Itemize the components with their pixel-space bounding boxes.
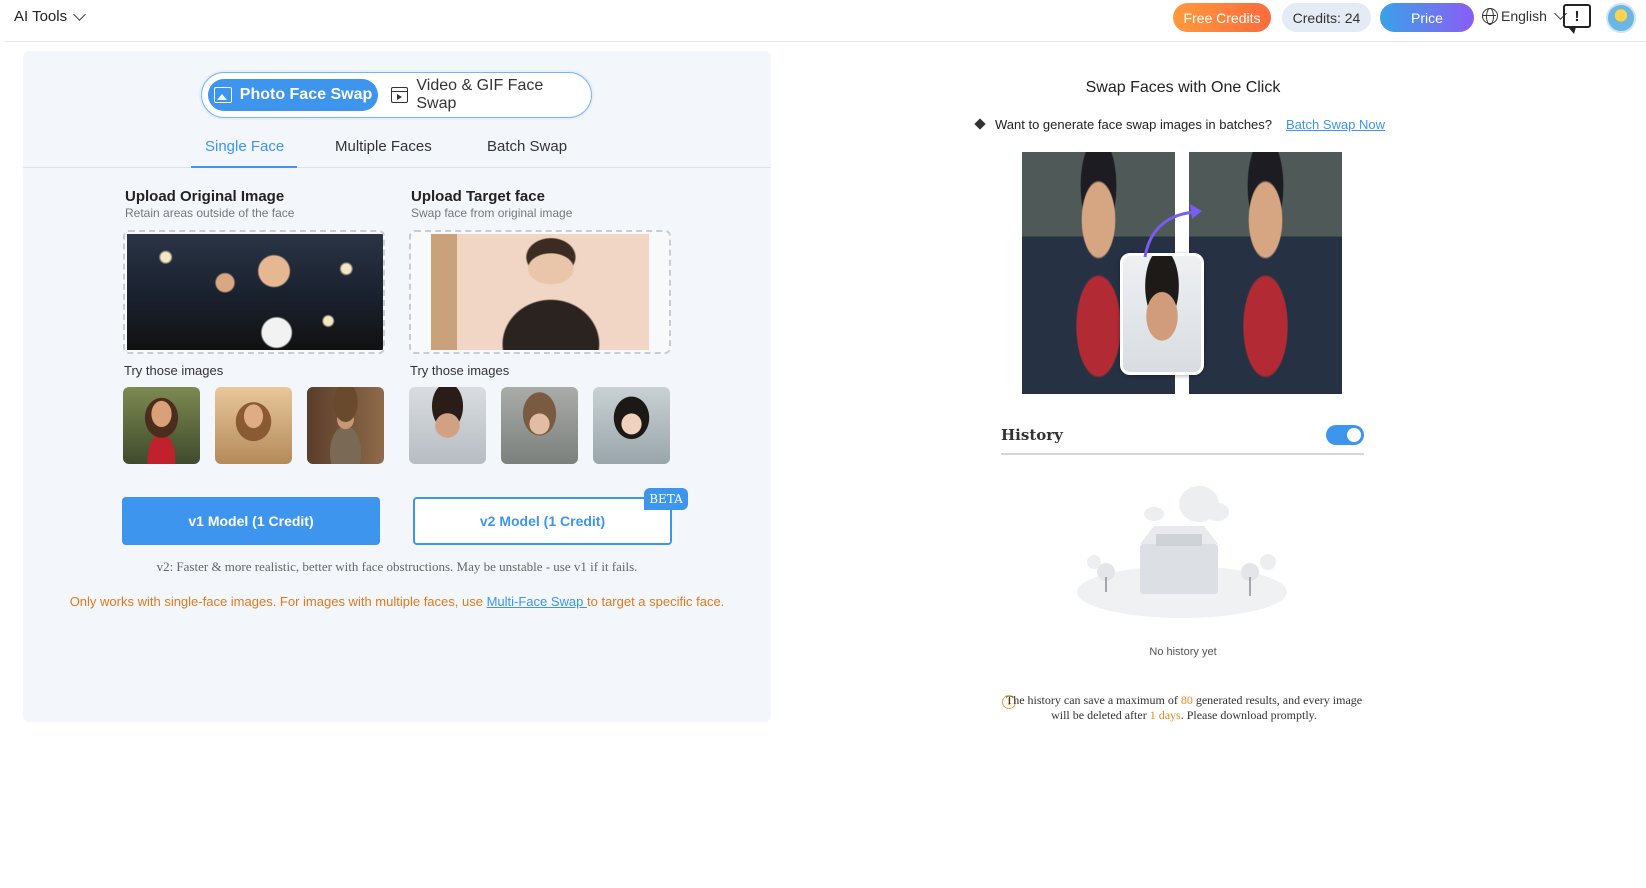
video-icon: [391, 87, 409, 103]
sample-target-thumb-3[interactable]: [593, 387, 670, 464]
multi-face-swap-link[interactable]: Multi-Face Swap: [487, 594, 587, 609]
upload-target-subtitle: Swap face from original image: [411, 206, 573, 220]
free-credits-button[interactable]: Free Credits: [1173, 3, 1271, 32]
photo-face-swap-label: Photo Face Swap: [239, 86, 373, 103]
sub-tabs: Single Face Multiple Faces Batch Swap: [23, 130, 771, 168]
upload-target-dropzone[interactable]: [409, 230, 671, 354]
tab-single-face[interactable]: Single Face: [205, 138, 284, 155]
v2-model-note: v2: Faster & more realistic, better with…: [156, 559, 638, 574]
video-gif-face-swap-label: Video & GIF Face Swap: [416, 77, 544, 112]
upload-original-dropzone[interactable]: [123, 230, 385, 354]
history-divider: [1001, 453, 1364, 455]
video-gif-face-swap-tab[interactable]: Video & GIF Face Swap: [391, 77, 581, 112]
avatar[interactable]: [1606, 3, 1636, 33]
warning-text-before: Only works with single-face images. For …: [69, 594, 487, 609]
swap-faces-title: Swap Faces with One Click: [1085, 79, 1281, 96]
ai-tools-menu[interactable]: AI Tools: [14, 7, 86, 25]
language-label: English: [1501, 8, 1547, 24]
history-toggle[interactable]: [1326, 425, 1364, 445]
ai-tools-label: AI Tools: [14, 8, 68, 25]
face-swap-demo-image: [1022, 152, 1342, 394]
sample-target-thumb-2[interactable]: [501, 387, 578, 464]
mode-switch: Photo Face Swap Video & GIF Face Swap: [201, 72, 592, 118]
no-history-text: No history yet: [1149, 646, 1217, 658]
batch-promo: Want to generate face swap images in bat…: [975, 117, 1385, 132]
sample-original-thumb-2[interactable]: [215, 387, 292, 464]
tab-batch-swap[interactable]: Batch Swap: [487, 138, 567, 155]
sample-target-thumb-1[interactable]: [409, 387, 486, 464]
beta-badge: BETA: [644, 488, 688, 510]
price-button[interactable]: Price: [1380, 3, 1474, 32]
single-face-warning: Only works with single-face images. For …: [23, 594, 771, 609]
curved-arrow-icon: [1143, 204, 1202, 258]
note-part-1: The history can save a maximum of: [1005, 693, 1181, 707]
try-images-label-original: Try those images: [124, 363, 224, 378]
photo-face-swap-tab[interactable]: Photo Face Swap: [208, 79, 378, 111]
upload-target-title: Upload Target face: [411, 188, 545, 205]
history-title: History: [1001, 426, 1063, 444]
empty-box-illustration: [1077, 486, 1287, 618]
active-tab-indicator: [191, 166, 297, 168]
upload-original-subtitle: Retain areas outside of the face: [125, 206, 295, 220]
batch-promo-text: Want to generate face swap images in bat…: [995, 117, 1273, 132]
chevron-down-icon: [73, 7, 86, 21]
tab-multiple-faces[interactable]: Multiple Faces: [335, 138, 432, 155]
layers-icon: [975, 119, 987, 131]
note-days: 1 days: [1149, 708, 1181, 722]
feedback-icon[interactable]: !: [1563, 4, 1591, 34]
credits-badge[interactable]: Credits: 24: [1282, 3, 1371, 32]
warning-text-after: to target a specific face.: [587, 594, 725, 609]
try-images-label-target: Try those images: [410, 363, 510, 378]
target-face-preview: [431, 234, 649, 350]
globe-icon: [1482, 8, 1498, 25]
original-image-preview: [127, 234, 383, 350]
history-retention-note: The history can save a maximum of 80 gen…: [1001, 693, 1367, 723]
batch-swap-now-link[interactable]: Batch Swap Now: [1286, 117, 1385, 132]
v1-model-button[interactable]: v1 Model (1 Credit): [122, 497, 380, 545]
demo-source-face: [1120, 253, 1204, 375]
sample-original-thumb-3[interactable]: [307, 387, 384, 464]
note-part-3: . Please download promptly.: [1180, 708, 1317, 722]
demo-after-image: [1189, 152, 1342, 394]
upload-original-title: Upload Original Image: [125, 188, 285, 205]
sample-original-thumb-1[interactable]: [123, 387, 200, 464]
note-max-results: 80: [1180, 693, 1193, 707]
feedback-glyph: !: [1574, 7, 1580, 25]
image-icon: [213, 87, 232, 103]
v2-model-button[interactable]: v2 Model (1 Credit): [413, 497, 672, 545]
language-selector[interactable]: English: [1482, 7, 1567, 25]
